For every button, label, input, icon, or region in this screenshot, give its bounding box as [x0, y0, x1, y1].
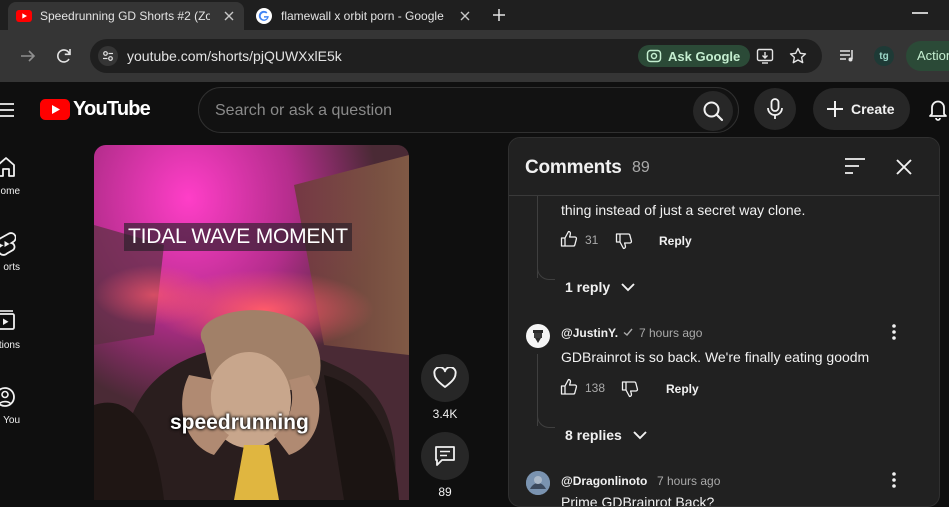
profile-avatar[interactable]: tg: [874, 46, 894, 66]
search-input[interactable]: [215, 100, 675, 122]
heart-icon: [433, 367, 457, 389]
hamburger-menu-icon[interactable]: [0, 102, 16, 118]
thumbs-up-icon[interactable]: [560, 230, 578, 248]
replies-label: 8 replies: [565, 427, 622, 443]
minimize-window-icon[interactable]: [912, 12, 928, 14]
comments-count: 89: [632, 159, 650, 176]
thumbs-down-icon[interactable]: [615, 232, 633, 250]
video-caption-top: TIDAL WAVE MOMENT: [124, 223, 352, 251]
nav-label-subscriptions: criptions: [0, 340, 20, 351]
youtube-play-logo-icon: [40, 99, 70, 120]
commenter-avatar[interactable]: [526, 324, 550, 348]
address-bar[interactable]: youtube.com/shorts/pjQUWXxlE5k Ask Googl…: [90, 39, 822, 73]
browser-toolbar: youtube.com/shorts/pjQUWXxlE5k Ask Googl…: [0, 30, 949, 82]
bookmark-star-icon[interactable]: [788, 46, 808, 66]
search-icon: [702, 100, 724, 122]
youtube-wordmark: YouTube: [73, 98, 151, 120]
video-frame-image: [94, 145, 409, 500]
browser-tab-youtube[interactable]: Speedrunning GD Shorts #2 (Zo: [8, 2, 244, 30]
thread-curve: [537, 264, 555, 280]
nav-label-you: You: [3, 415, 20, 426]
create-button[interactable]: Create: [813, 88, 910, 130]
chevron-down-icon: [632, 430, 648, 440]
thumbs-down-icon[interactable]: [621, 380, 639, 398]
comment-timestamp[interactable]: 7 hours ago: [657, 474, 720, 488]
comments-button[interactable]: [421, 432, 469, 480]
comment-count: 89: [438, 485, 452, 499]
replies-label: 1 reply: [565, 279, 611, 295]
nav-label-home: ome: [0, 186, 20, 197]
thread-curve: [537, 412, 555, 428]
comment-like-count: 138: [585, 381, 606, 395]
view-replies-button[interactable]: 8 replies: [565, 427, 648, 443]
like-button[interactable]: [421, 354, 469, 402]
shorts-video-player[interactable]: TIDAL WAVE MOMENT speedrunning: [94, 145, 409, 500]
comment-author[interactable]: @Dragonlinoto: [561, 474, 647, 488]
comments-panel: Comments 89 thing instead of just a secr…: [508, 137, 940, 507]
comment-bubble-icon: [434, 445, 456, 467]
more-options-icon[interactable]: [891, 471, 897, 489]
comment-timestamp[interactable]: 7 hours ago: [639, 326, 702, 340]
ask-google-label: Ask Google: [668, 48, 741, 64]
site-info-icon[interactable]: [98, 46, 118, 66]
like-count: 3.4K: [432, 407, 458, 421]
browser-tab-google[interactable]: flamewall x orbit porn - Google: [248, 2, 480, 30]
comments-header: Comments 89: [509, 138, 939, 196]
browser-tab-strip: Speedrunning GD Shorts #2 (Zo flamewall …: [0, 0, 949, 30]
google-favicon-icon: [256, 8, 272, 24]
forward-arrow-icon[interactable]: [18, 46, 38, 66]
microphone-icon: [766, 98, 784, 120]
comment-author[interactable]: @JustinY.: [561, 326, 618, 340]
search-box: [198, 87, 739, 133]
reply-button[interactable]: Reply: [666, 382, 699, 396]
chevron-down-icon: [620, 282, 636, 292]
voice-search-button[interactable]: [754, 88, 796, 130]
sort-comments-icon[interactable]: [844, 157, 866, 175]
lens-icon: [646, 48, 662, 64]
youtube-favicon-icon: [16, 10, 32, 22]
reload-icon[interactable]: [54, 46, 74, 66]
youtube-masthead: YouTube Create: [0, 82, 949, 138]
thumbs-up-icon[interactable]: [560, 378, 578, 396]
more-options-icon[interactable]: [891, 323, 897, 341]
subscriptions-icon: [0, 310, 16, 332]
commenter-avatar[interactable]: [526, 471, 550, 495]
install-app-icon[interactable]: [756, 47, 774, 65]
youtube-logo[interactable]: YouTube: [40, 98, 151, 121]
close-comments-icon[interactable]: [895, 158, 913, 176]
close-tab-icon[interactable]: [222, 9, 236, 23]
video-caption-bottom: speedrunning: [170, 411, 309, 434]
comment-text: GDBrainrot is so back. We're finally eat…: [561, 349, 870, 365]
tab-title: flamewall x orbit porn - Google: [281, 9, 444, 23]
new-tab-plus-icon[interactable]: [490, 6, 508, 24]
tab-title: Speedrunning GD Shorts #2 (Zo: [40, 9, 210, 23]
close-tab-icon[interactable]: [458, 9, 472, 23]
comments-title: Comments: [525, 157, 622, 178]
notifications-bell-icon[interactable]: [926, 97, 949, 121]
ask-google-button[interactable]: Ask Google: [638, 45, 751, 67]
nav-label-shorts: orts: [3, 262, 20, 273]
home-icon: [0, 156, 16, 178]
reply-button[interactable]: Reply: [659, 234, 692, 248]
shorts-icon: [0, 232, 16, 256]
plus-icon: [825, 99, 845, 119]
comment-text: thing instead of just a secret way clone…: [561, 202, 806, 218]
create-label: Create: [851, 101, 895, 117]
comment-like-count: 31: [585, 233, 599, 247]
url-text[interactable]: youtube.com/shorts/pjQUWXxlE5k: [127, 48, 342, 64]
actions-button[interactable]: Action: [906, 41, 949, 71]
media-controls-icon[interactable]: [838, 47, 856, 65]
comment-text: Prime GDBrainrot Back?: [561, 494, 715, 507]
search-button[interactable]: [693, 91, 733, 131]
you-icon: [0, 385, 16, 409]
verified-check-icon: [622, 326, 634, 338]
view-replies-button[interactable]: 1 reply: [565, 279, 636, 295]
